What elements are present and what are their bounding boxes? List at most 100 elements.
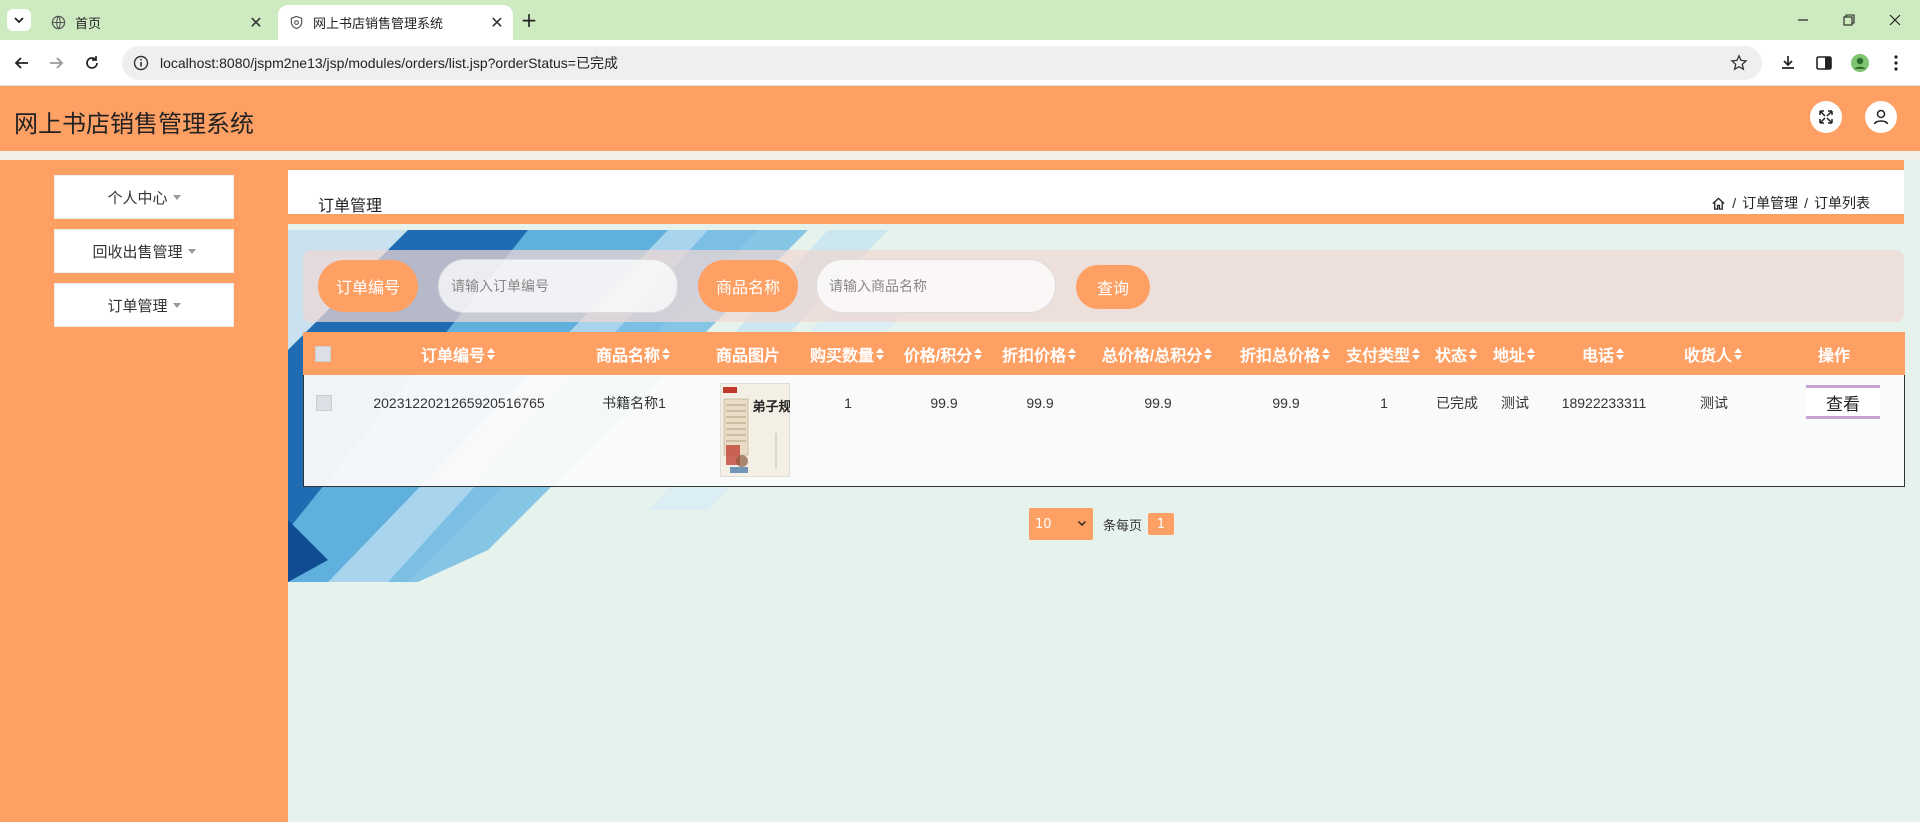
close-window-icon[interactable]	[1872, 8, 1918, 32]
row-checkbox[interactable]	[316, 395, 332, 411]
sort-icon	[876, 347, 884, 360]
sidebar-item-label: 回收出售管理	[92, 243, 183, 261]
column-header-address[interactable]: 地址	[1485, 332, 1543, 375]
cell-phone: 18922233311	[1561, 395, 1647, 411]
header-label: 状态	[1434, 347, 1467, 365]
browser-toolbar: localhost:8080/jspm2ne13/jsp/modules/ord…	[0, 40, 1920, 86]
side-panel-icon[interactable]	[1812, 51, 1836, 75]
minimize-icon[interactable]	[1780, 8, 1826, 32]
breadcrumb-item-orders[interactable]: 订单管理	[1742, 193, 1798, 213]
new-tab-button[interactable]: +	[518, 8, 540, 32]
user-account-button[interactable]	[1865, 101, 1897, 133]
table-row: 2023122021265920516765 书籍名称1 弟子规 1 99.9 …	[303, 375, 1905, 487]
column-header-receiver[interactable]: 收货人	[1663, 332, 1763, 375]
chevron-down-icon	[14, 17, 24, 24]
column-header-quantity[interactable]: 购买数量	[803, 332, 891, 375]
header-label: 收货人	[1683, 347, 1732, 365]
sort-icon	[974, 347, 983, 360]
header-label: 价格/积分	[903, 347, 973, 365]
header-label: 商品图片	[715, 347, 780, 365]
column-header-actions: 操作	[1763, 332, 1905, 375]
query-button[interactable]: 查询	[1076, 265, 1150, 309]
fullscreen-button[interactable]	[1810, 101, 1842, 133]
order-no-value: 2023122021265920516765	[373, 395, 545, 411]
sidebar-item-personal-center[interactable]: 个人中心	[54, 175, 234, 219]
sidebar-item-orders[interactable]: 订单管理	[54, 283, 234, 327]
tab-title: 网上书店销售管理系统	[313, 17, 444, 32]
column-header-price[interactable]: 价格/积分	[891, 332, 995, 375]
home-icon[interactable]	[1711, 196, 1726, 211]
pagination: 10 条每页 1	[1029, 508, 1175, 540]
header-label: 购买数量	[809, 347, 874, 365]
bookmark-star-icon[interactable]	[1730, 54, 1748, 72]
tab-search-button[interactable]	[7, 9, 31, 31]
sort-icon	[1527, 347, 1535, 360]
cell-receiver: 测试	[1700, 395, 1728, 411]
column-header-order-no[interactable]: 订单编号	[343, 332, 573, 375]
column-header-goods-image: 商品图片	[693, 332, 803, 375]
app-header: 网上书店销售管理系统	[0, 86, 1920, 151]
restore-icon[interactable]	[1826, 8, 1872, 32]
sort-icon	[1322, 347, 1330, 360]
caret-down-icon	[172, 194, 181, 200]
column-header-discount-price[interactable]: 折扣价格	[995, 332, 1083, 375]
profile-avatar-icon[interactable]	[1848, 51, 1872, 75]
column-header-pay-type[interactable]: 支付类型	[1339, 332, 1427, 375]
breadcrumb-item-order-list: 订单列表	[1814, 195, 1870, 211]
book-cover-image[interactable]: 弟子规	[720, 383, 790, 477]
column-header-total-price[interactable]: 总价格/总积分	[1083, 332, 1231, 375]
header-label: 订单编号	[420, 347, 485, 365]
cell-total-price: 99.9	[1144, 395, 1172, 411]
tab-home[interactable]: 首页 ✕	[40, 5, 272, 40]
order-no-label: 订单编号	[318, 260, 418, 312]
caret-down-icon	[172, 302, 181, 308]
page-size-suffix: 条每页	[1103, 517, 1143, 533]
order-no-input[interactable]	[438, 259, 678, 313]
site-info-icon[interactable]	[132, 54, 150, 72]
fullscreen-icon	[1819, 110, 1833, 124]
close-tab-icon[interactable]: ✕	[487, 13, 507, 33]
page-title: 订单管理	[318, 198, 383, 215]
column-header-phone[interactable]: 电话	[1543, 332, 1663, 375]
sort-icon	[662, 347, 670, 360]
globe-icon	[50, 15, 66, 31]
goods-name-input[interactable]	[816, 259, 1056, 313]
column-header-goods-name[interactable]: 商品名称	[573, 332, 693, 375]
cell-pay-type: 1	[1380, 395, 1388, 411]
book-cover-title: 弟子规	[752, 399, 790, 415]
reload-icon[interactable]	[80, 51, 104, 75]
column-header-status[interactable]: 状态	[1427, 332, 1485, 375]
table-header: 订单编号 商品名称 商品图片 购买数量 价格/积分 折扣价格 总价格/总积分 折…	[303, 332, 1905, 375]
sort-icon	[1204, 347, 1213, 360]
view-button[interactable]: 查看	[1806, 385, 1880, 419]
tab-bookstore[interactable]: 网上书店销售管理系统 ✕	[278, 5, 513, 40]
goods-name-label: 商品名称	[698, 260, 798, 312]
select-all-checkbox[interactable]	[315, 345, 331, 362]
shield-icon	[288, 15, 304, 31]
cell-discount-price: 99.9	[1026, 395, 1054, 411]
cell-order-no: 2023122021265920516765	[344, 375, 574, 431]
cell-address: 测试	[1501, 395, 1529, 411]
cell-quantity: 1	[844, 395, 852, 411]
sort-icon	[487, 347, 495, 360]
chevron-down-icon	[1078, 521, 1086, 526]
tab-title: 首页	[75, 17, 102, 32]
column-header-discount-total[interactable]: 折扣总价格	[1231, 332, 1339, 375]
sort-icon	[1734, 347, 1742, 360]
breadcrumb-bar: 订单管理 / 订单管理 / 订单列表	[288, 170, 1904, 215]
more-menu-icon[interactable]	[1884, 51, 1908, 75]
cell-price: 99.9	[930, 395, 958, 411]
sidebar-item-recycle-sale[interactable]: 回收出售管理	[54, 229, 234, 273]
page-number-current[interactable]: 1	[1148, 513, 1175, 535]
cell-status: 已完成	[1436, 395, 1478, 411]
back-arrow-icon[interactable]	[10, 51, 34, 75]
header-label: 折扣总价格	[1239, 347, 1320, 365]
header-label: 总价格/总积分	[1101, 347, 1203, 365]
close-tab-icon[interactable]: ✕	[246, 13, 266, 33]
address-bar[interactable]: localhost:8080/jspm2ne13/jsp/modules/ord…	[122, 46, 1762, 80]
header-label: 电话	[1581, 347, 1614, 365]
page-size-select[interactable]: 10	[1029, 508, 1093, 540]
sort-icon	[1469, 347, 1477, 360]
download-icon[interactable]	[1776, 51, 1800, 75]
forward-arrow-icon[interactable]	[44, 51, 68, 75]
